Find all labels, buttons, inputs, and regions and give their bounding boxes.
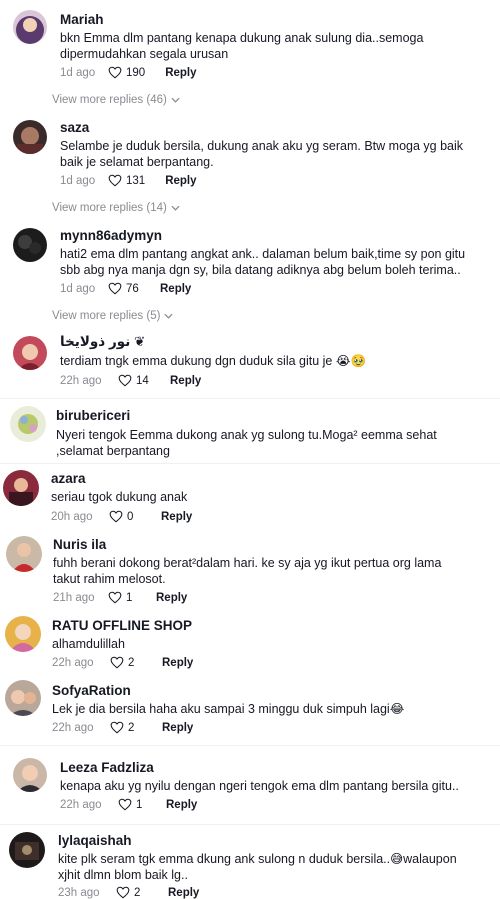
avatar[interactable] bbox=[5, 680, 41, 716]
comment-text: hati2 ema dlm pantang angkat ank.. dalam… bbox=[60, 247, 466, 277]
comment-username[interactable]: RATU OFFLINE SHOP bbox=[52, 618, 192, 633]
view-more-replies[interactable]: View more replies (5) bbox=[52, 310, 173, 322]
reply-button[interactable]: Reply bbox=[166, 799, 197, 811]
comment-time: 20h ago bbox=[51, 510, 93, 523]
comment-text: fuhh berani dokong berat²dalam hari. ke … bbox=[53, 556, 442, 586]
comment-text: kite plk seram tgk emma dkung ank sulong… bbox=[58, 852, 457, 882]
avatar[interactable] bbox=[9, 832, 45, 868]
heart-icon[interactable] bbox=[118, 798, 132, 811]
comment-meta: 22h ago 14 Reply bbox=[60, 374, 201, 387]
comment-username[interactable]: mynn86adymyn bbox=[60, 228, 162, 243]
heart-icon[interactable] bbox=[108, 591, 122, 604]
divider bbox=[0, 824, 500, 825]
view-more-replies[interactable]: View more replies (46) bbox=[52, 94, 180, 106]
like-count: 14 bbox=[136, 374, 149, 387]
heart-icon[interactable] bbox=[118, 374, 132, 387]
comment-text: Lek je dia bersila haha aku sampai 3 min… bbox=[52, 702, 405, 716]
heart-icon[interactable] bbox=[110, 656, 124, 669]
like-count: 1 bbox=[126, 591, 133, 604]
avatar[interactable] bbox=[13, 228, 47, 262]
comment-text: kenapa aku yg nyilu dengan ngeri tengok … bbox=[60, 779, 459, 793]
comment-username[interactable]: Mariah bbox=[60, 12, 104, 27]
comment-username[interactable]: Leeza Fadzliza bbox=[60, 760, 154, 775]
reply-button[interactable]: Reply bbox=[161, 511, 192, 523]
avatar[interactable] bbox=[6, 536, 42, 572]
view-more-replies[interactable]: View more replies (14) bbox=[52, 202, 180, 214]
divider bbox=[0, 463, 500, 464]
comment-time: 22h ago bbox=[52, 721, 94, 734]
comment-time: 1d ago bbox=[60, 66, 96, 79]
comment-meta: 22h ago 2 Reply bbox=[52, 656, 193, 669]
comment-time: 1d ago bbox=[60, 174, 96, 187]
avatar[interactable] bbox=[13, 336, 47, 370]
avatar[interactable] bbox=[10, 406, 46, 442]
comment-text: terdiam tngk emma dukung dgn duduk sila … bbox=[60, 354, 367, 368]
like-count: 190 bbox=[126, 66, 146, 79]
comment-username[interactable]: نور ذولايخا ❦ bbox=[60, 334, 145, 350]
heart-icon[interactable] bbox=[116, 886, 130, 899]
reply-button[interactable]: Reply bbox=[168, 887, 199, 899]
heart-icon[interactable] bbox=[108, 66, 122, 79]
comment-username[interactable]: birubericeri bbox=[56, 408, 130, 423]
comment-text: Nyeri tengok Eemma dukong anak yg sulong… bbox=[56, 428, 437, 458]
comment-username[interactable]: azara bbox=[51, 471, 86, 486]
avatar[interactable] bbox=[5, 616, 41, 652]
comment-time: 1d ago bbox=[60, 282, 96, 295]
heart-icon[interactable] bbox=[108, 174, 122, 187]
comment-meta: 23h ago 2 Reply bbox=[58, 886, 199, 899]
reply-button[interactable]: Reply bbox=[165, 67, 196, 79]
like-count: 2 bbox=[128, 721, 135, 734]
comment-text: seriau tgok dukung anak bbox=[51, 490, 188, 504]
chevron-down-icon bbox=[171, 205, 180, 211]
comment-time: 22h ago bbox=[60, 374, 102, 387]
comment-time: 22h ago bbox=[60, 798, 102, 811]
divider bbox=[0, 745, 500, 746]
reply-button[interactable]: Reply bbox=[156, 592, 187, 604]
like-count: 1 bbox=[136, 798, 143, 811]
heart-icon[interactable] bbox=[108, 282, 122, 295]
comment-text: alhamdulillah bbox=[52, 637, 125, 651]
heart-icon[interactable] bbox=[109, 510, 123, 523]
avatar[interactable] bbox=[13, 10, 47, 44]
reply-button[interactable]: Reply bbox=[165, 175, 196, 187]
like-count: 2 bbox=[134, 886, 141, 899]
comment-time: 23h ago bbox=[58, 886, 100, 899]
reply-button[interactable]: Reply bbox=[162, 722, 193, 734]
like-count: 76 bbox=[126, 282, 139, 295]
comment-username[interactable]: SofyaRation bbox=[52, 683, 131, 698]
comment-meta: 1d ago 76 Reply bbox=[60, 282, 191, 295]
avatar[interactable] bbox=[13, 120, 47, 154]
comment-time: 22h ago bbox=[52, 656, 94, 669]
avatar[interactable] bbox=[13, 758, 47, 792]
comment-meta: 1d ago 190 Reply bbox=[60, 66, 197, 79]
reply-button[interactable]: Reply bbox=[170, 375, 201, 387]
avatar[interactable] bbox=[3, 470, 39, 506]
comment-meta: 21h ago 1 Reply bbox=[53, 591, 187, 604]
comment-text: bkn Emma dlm pantang kenapa dukung anak … bbox=[60, 31, 424, 61]
like-count: 2 bbox=[128, 656, 135, 669]
divider bbox=[0, 398, 500, 399]
comment-meta: 22h ago 1 Reply bbox=[60, 798, 197, 811]
chevron-down-icon bbox=[164, 313, 173, 319]
comment-username[interactable]: Nuris ila bbox=[53, 537, 106, 552]
like-count: 131 bbox=[126, 174, 146, 187]
heart-icon[interactable] bbox=[110, 721, 124, 734]
comment-username[interactable]: lylaqaishah bbox=[58, 833, 132, 848]
comment-time: 21h ago bbox=[53, 591, 95, 604]
reply-button[interactable]: Reply bbox=[162, 657, 193, 669]
reply-button[interactable]: Reply bbox=[160, 283, 191, 295]
comment-meta: 20h ago 0 Reply bbox=[51, 510, 192, 523]
comment-meta: 22h ago 2 Reply bbox=[52, 721, 193, 734]
comment-text: Selambe je duduk bersila, dukung anak ak… bbox=[60, 139, 464, 169]
comment-meta: 1d ago 131 Reply bbox=[60, 174, 197, 187]
like-count: 0 bbox=[127, 510, 134, 523]
chevron-down-icon bbox=[171, 97, 180, 103]
comment-username[interactable]: saza bbox=[60, 120, 89, 135]
